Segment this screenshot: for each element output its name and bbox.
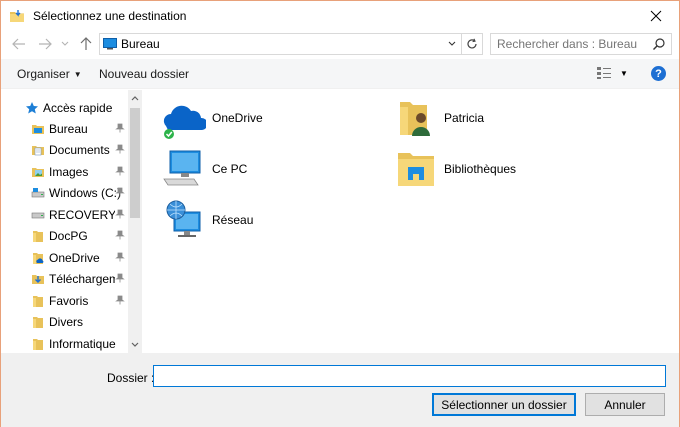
sidebar-item-documents[interactable]: Documents <box>31 139 143 160</box>
user-folder-icon <box>400 102 430 136</box>
drive-icon <box>31 187 45 197</box>
arrow-left-icon <box>12 38 25 50</box>
dialog-footer: Dossier : Sélectionner un dossier Annule… <box>1 353 679 427</box>
navigation-pane: Accès rapide Bureau Documents Images Win… <box>1 90 143 353</box>
cancel-button[interactable]: Annuler <box>585 393 665 416</box>
details-view-icon <box>597 67 611 79</box>
libraries-icon <box>398 153 434 186</box>
change-view-button[interactable]: ▼ <box>596 66 628 80</box>
back-button[interactable] <box>10 35 28 53</box>
new-folder-button[interactable]: Nouveau dossier <box>99 67 189 81</box>
pin-icon[interactable] <box>115 187 125 197</box>
pin-icon[interactable] <box>115 252 125 262</box>
chevron-up-icon <box>131 96 139 101</box>
sidebar-item-favoris[interactable]: Favoris <box>31 290 143 311</box>
pin-icon[interactable] <box>115 144 125 154</box>
folder-input[interactable] <box>153 365 666 387</box>
star-icon <box>26 101 38 113</box>
chevron-down-icon <box>61 41 69 46</box>
organize-button[interactable]: Organiser ▼ <box>17 67 82 81</box>
sidebar-item-quick-access[interactable]: Accès rapide <box>25 97 143 118</box>
sidebar-item-divers[interactable]: Divers <box>31 311 143 332</box>
folder-arrow-icon <box>10 9 24 22</box>
desktop-icon <box>103 38 117 50</box>
documents-folder-icon <box>32 145 44 155</box>
folder-icon <box>33 316 43 328</box>
sidebar-item-bureau[interactable]: Bureau <box>31 118 143 139</box>
item-bibliotheques[interactable]: Bibliothèques <box>394 146 516 192</box>
drive-icon <box>31 212 45 218</box>
item-ce-pc[interactable]: Ce PC <box>162 146 247 192</box>
scroll-down-button[interactable] <box>128 337 142 353</box>
refresh-icon <box>467 38 477 49</box>
chevron-down-icon <box>448 41 456 46</box>
sidebar-item-docpg[interactable]: DocPG <box>31 225 143 246</box>
onedrive-cloud-icon <box>163 105 206 139</box>
caret-down-icon: ▼ <box>73 69 82 79</box>
scroll-up-button[interactable] <box>128 90 142 106</box>
recent-locations-button[interactable] <box>59 35 71 53</box>
folder-icon <box>33 230 43 242</box>
arrow-up-icon <box>80 37 92 50</box>
window-title: Sélectionnez une destination <box>33 8 187 23</box>
close-icon <box>650 10 662 21</box>
organize-label: Organiser <box>17 67 70 81</box>
onedrive-folder-icon <box>33 252 44 264</box>
pin-icon[interactable] <box>115 123 125 133</box>
folder-icon <box>33 338 43 350</box>
address-text: Bureau <box>121 37 160 51</box>
caret-down-icon: ▼ <box>620 68 628 78</box>
sidebar-item-images[interactable]: Images <box>31 161 143 182</box>
help-button[interactable]: ? <box>651 66 666 81</box>
arrow-right-icon <box>39 38 52 50</box>
command-bar: Organiser ▼ Nouveau dossier ▼ ? <box>1 59 679 89</box>
sidebar-scrollbar[interactable] <box>128 90 142 353</box>
pin-icon[interactable] <box>115 166 125 176</box>
sidebar-item-windows-c[interactable]: Windows (C:) <box>31 182 143 203</box>
chevron-down-icon <box>131 342 139 347</box>
sidebar-item-informatique[interactable]: Informatique <box>31 333 143 353</box>
pin-icon[interactable] <box>115 273 125 283</box>
navigation-bar: Bureau <box>1 31 679 57</box>
title-bar: Sélectionnez une destination <box>1 1 679 30</box>
search-box[interactable] <box>490 33 672 55</box>
computer-icon <box>163 150 201 186</box>
item-onedrive[interactable]: OneDrive <box>162 95 263 141</box>
dialog-window: Sélectionnez une destination Bureau Rech… <box>0 0 680 427</box>
folder-icon <box>33 295 43 307</box>
sidebar-item-telechargements[interactable]: Téléchargeme <box>31 268 115 289</box>
pin-icon[interactable] <box>115 230 125 240</box>
item-reseau[interactable]: Réseau <box>162 197 253 243</box>
search-input[interactable] <box>497 37 647 51</box>
folder-label: Dossier : <box>107 371 155 385</box>
address-bar[interactable]: Bureau <box>99 33 483 55</box>
pin-icon[interactable] <box>115 295 125 305</box>
new-folder-label: Nouveau dossier <box>99 67 190 81</box>
desktop-folder-icon <box>32 124 44 134</box>
refresh-button[interactable] <box>461 34 482 54</box>
select-folder-button[interactable]: Sélectionner un dossier <box>432 393 576 416</box>
search-icon[interactable] <box>652 37 666 51</box>
forward-button[interactable] <box>36 35 54 53</box>
address-dropdown-button[interactable] <box>444 34 460 54</box>
content-pane: OneDrive Patricia Ce PC Bibliothèques Ré… <box>144 90 679 353</box>
pin-icon[interactable] <box>115 209 125 219</box>
sidebar-item-recovery-d[interactable]: RECOVERY (D <box>31 204 115 225</box>
up-button[interactable] <box>77 35 95 53</box>
item-patricia[interactable]: Patricia <box>394 95 484 141</box>
downloads-folder-icon <box>32 274 44 284</box>
network-icon <box>166 200 201 237</box>
pictures-folder-icon <box>32 167 44 177</box>
close-button[interactable] <box>633 1 679 30</box>
scroll-thumb[interactable] <box>130 108 140 218</box>
sidebar-item-onedrive[interactable]: OneDrive <box>31 247 143 268</box>
